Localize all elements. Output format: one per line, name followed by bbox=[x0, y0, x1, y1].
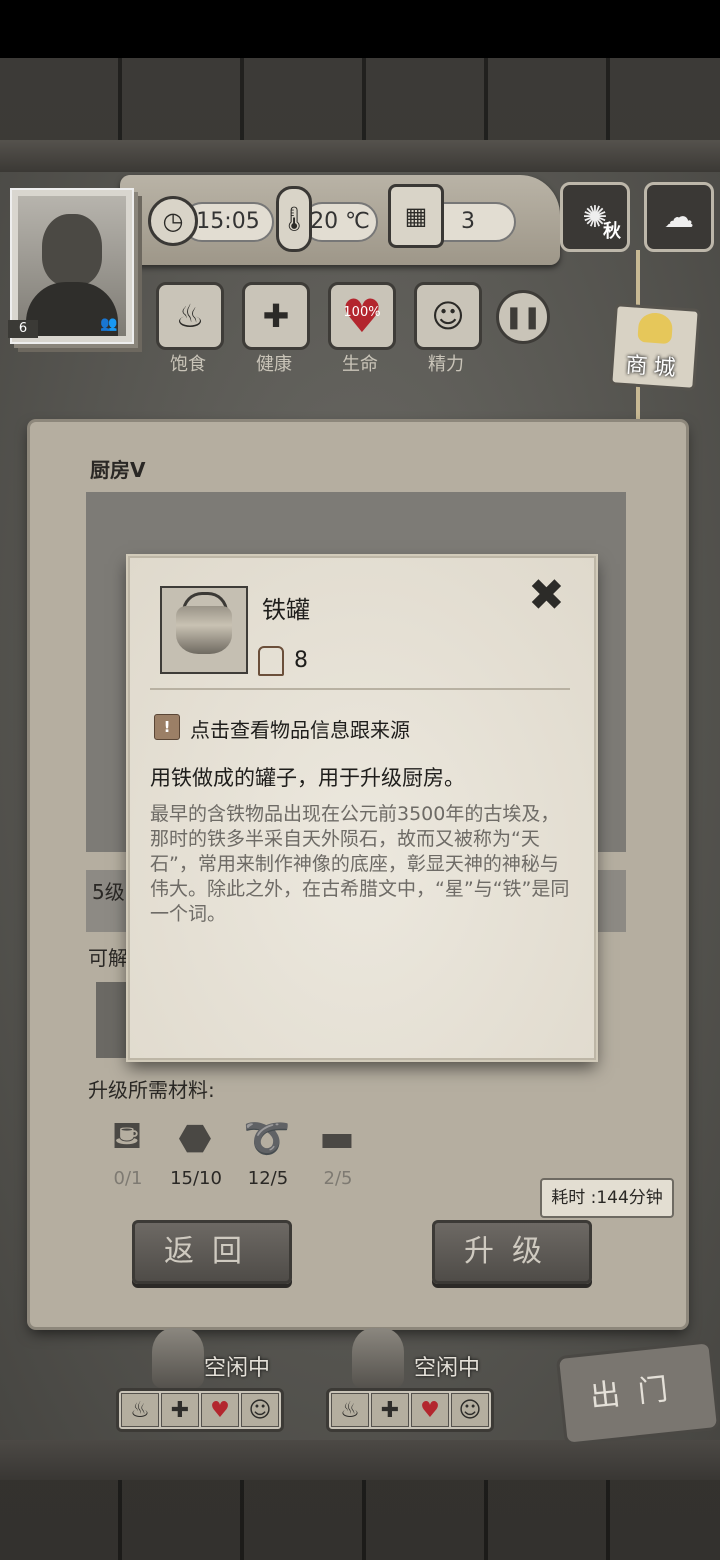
person-icon: ☺ bbox=[451, 1393, 489, 1427]
plus-icon: ✚ bbox=[371, 1393, 409, 1427]
panel-title: 厨房V bbox=[90, 458, 146, 482]
wood-beam bbox=[0, 140, 720, 172]
stone-material-icon[interactable]: ⬣ bbox=[160, 1110, 230, 1166]
health-label: 健康 bbox=[256, 354, 292, 375]
item-name: 铁罐 bbox=[262, 596, 310, 624]
stomach-icon: ♨ bbox=[175, 297, 205, 335]
pause-button[interactable]: ❚❚ bbox=[496, 290, 550, 344]
exclamation-icon[interactable]: ! bbox=[154, 714, 180, 740]
iron-pot-icon bbox=[176, 606, 232, 654]
item-info-link[interactable]: 点击查看物品信息跟来源 bbox=[190, 714, 410, 743]
materials-title: 升级所需材料: bbox=[88, 1078, 215, 1102]
wood-beam-bottom bbox=[0, 1440, 720, 1480]
calendar-icon: ▦ bbox=[388, 184, 444, 248]
cloud-icon: ☁ bbox=[664, 199, 694, 235]
item-weight: 8 bbox=[294, 648, 308, 673]
close-button[interactable]: ✖ bbox=[528, 572, 565, 620]
item-lore: 最早的含铁物品出现在公元前3500年的古埃及，那时的铁多半采自天外陨石，故而又被… bbox=[150, 803, 570, 925]
item-usage: 用铁做成的罐子，用于升级厨房。 bbox=[150, 766, 465, 790]
plus-icon: ✚ bbox=[161, 1393, 199, 1427]
person-icon: ☺ bbox=[241, 1393, 279, 1427]
character-status: 空闲中 bbox=[414, 1356, 481, 1381]
level-text: 5级 bbox=[92, 880, 125, 904]
shell-icon bbox=[637, 311, 674, 345]
iron-pot-material-icon[interactable]: ⛾ bbox=[92, 1110, 162, 1166]
person-icon: ☺ bbox=[431, 297, 465, 335]
food-stat[interactable]: ♨ bbox=[156, 282, 224, 350]
food-label: 饱食 bbox=[170, 354, 206, 375]
season-label: 秋 bbox=[603, 221, 621, 242]
character-status: 空闲中 bbox=[204, 1356, 271, 1381]
energy-label: 精力 bbox=[428, 354, 464, 375]
item-icon-frame bbox=[160, 586, 248, 674]
material-count: 2/5 bbox=[323, 1168, 353, 1189]
stomach-icon: ♨ bbox=[121, 1393, 159, 1427]
player-level: 6 bbox=[8, 320, 38, 338]
back-button[interactable]: 返回 bbox=[132, 1220, 292, 1284]
pause-icon: ❚❚ bbox=[504, 304, 542, 330]
life-value: 100% bbox=[343, 305, 381, 320]
shop-label: 商城 bbox=[624, 353, 683, 382]
material-count: 15/10 bbox=[170, 1168, 222, 1189]
people-icon: 👥 bbox=[100, 316, 118, 332]
temperature-display: 20 ℃ bbox=[302, 202, 378, 242]
weather-button[interactable]: ☁ bbox=[644, 182, 714, 252]
plus-icon: ✚ bbox=[262, 297, 290, 335]
upgrade-button[interactable]: 升级 bbox=[432, 1220, 592, 1284]
status-bar bbox=[0, 0, 720, 58]
stomach-icon: ♨ bbox=[331, 1393, 369, 1427]
weight-icon bbox=[258, 646, 284, 676]
heart-icon: ♥ bbox=[411, 1393, 449, 1427]
material-count: 0/1 bbox=[113, 1168, 143, 1189]
shop-button[interactable]: 商城 bbox=[609, 303, 701, 391]
season-button[interactable]: ✺ 秋 bbox=[560, 182, 630, 252]
life-label: 生命 bbox=[342, 354, 378, 375]
clock-icon: ◷ bbox=[148, 196, 198, 246]
health-stat[interactable]: ✚ bbox=[242, 282, 310, 350]
unlock-label: 可解 bbox=[88, 946, 128, 970]
character-avatar[interactable] bbox=[352, 1328, 404, 1388]
divider bbox=[150, 688, 570, 690]
time-cost-tag: 耗时 :144分钟 bbox=[540, 1178, 674, 1218]
heart-icon: ♥ bbox=[201, 1393, 239, 1427]
close-icon: ✖ bbox=[528, 570, 565, 621]
character-avatar[interactable] bbox=[152, 1328, 204, 1388]
character-stats-bar[interactable]: ♨ ✚ ♥ ☺ bbox=[116, 1388, 284, 1432]
iron-bar-material-icon[interactable]: ▬ bbox=[302, 1110, 372, 1166]
exit-button[interactable]: 出门 bbox=[555, 1340, 720, 1446]
material-count: 12/5 bbox=[247, 1168, 289, 1189]
life-stat[interactable]: ♥ 100% bbox=[328, 282, 396, 350]
thermometer-icon: 🌡 bbox=[276, 186, 312, 252]
portrait-image bbox=[18, 196, 126, 336]
energy-stat[interactable]: ☺ bbox=[414, 282, 482, 350]
character-stats-bar[interactable]: ♨ ✚ ♥ ☺ bbox=[326, 1388, 494, 1432]
rope-material-icon[interactable]: ➰ bbox=[232, 1110, 302, 1166]
portrait-face bbox=[42, 214, 102, 286]
